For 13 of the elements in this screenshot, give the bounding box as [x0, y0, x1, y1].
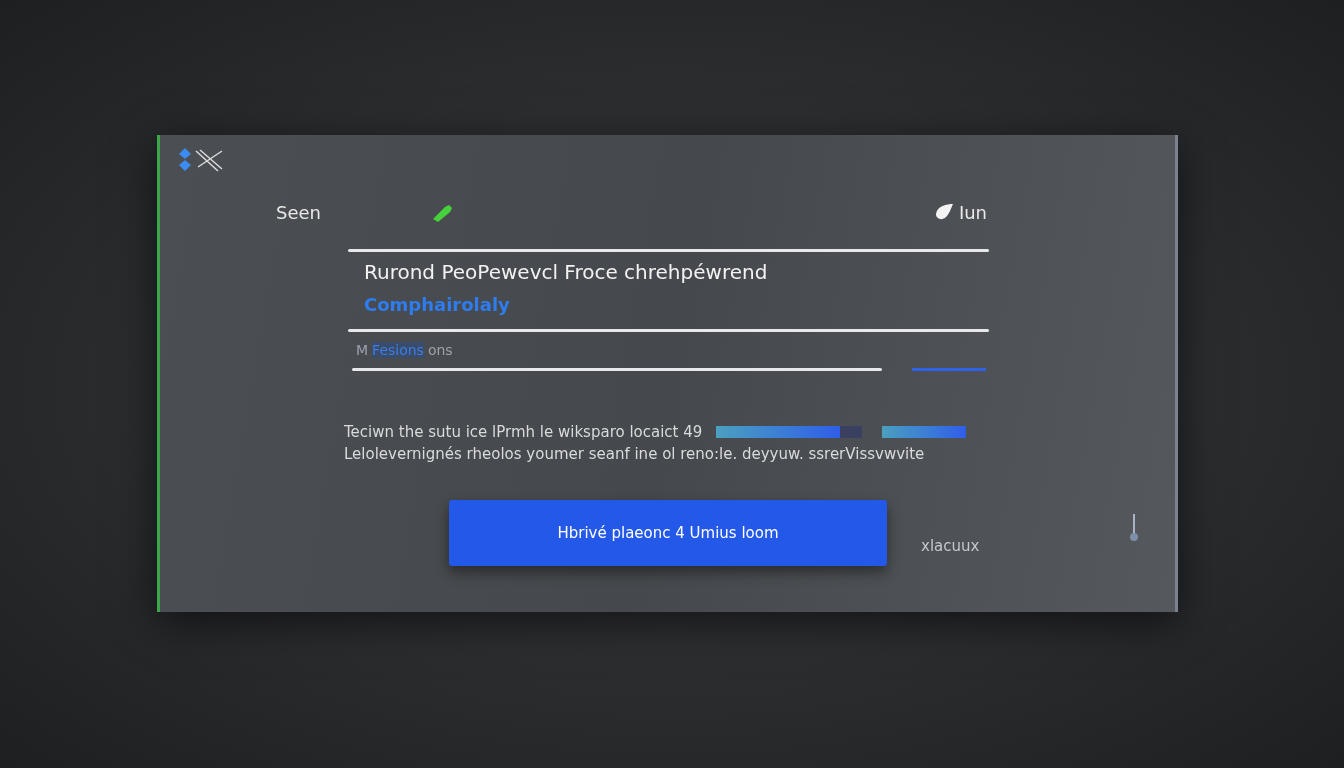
message-text: Teciwn the sutu ice lPrmh le wiksparo locaict 49: [344, 423, 703, 441]
filter-tag[interactable]: Fesions: [372, 342, 424, 358]
slider-icon[interactable]: [1129, 514, 1140, 542]
logo-icon: [178, 147, 224, 173]
field-value: Rurond PeoPewevcl Froce chrehpéwrend: [364, 260, 769, 284]
filter-suffix: ons: [427, 342, 453, 358]
header-label: Seen: [276, 201, 321, 223]
filter-prefix: M: [356, 342, 369, 358]
link[interactable]: Comphairolaly: [364, 294, 989, 315]
status-text: Iun: [958, 201, 987, 223]
message-text: Lelolevernignés rheolos youmer seanf ine ol reno:le. deyyuw. ssrerVissvwvite: [344, 445, 926, 463]
primary-button[interactable]: Hbrivé plaeonc 4 Umius loom: [449, 500, 887, 566]
footer-text: xlacuux: [921, 537, 980, 555]
